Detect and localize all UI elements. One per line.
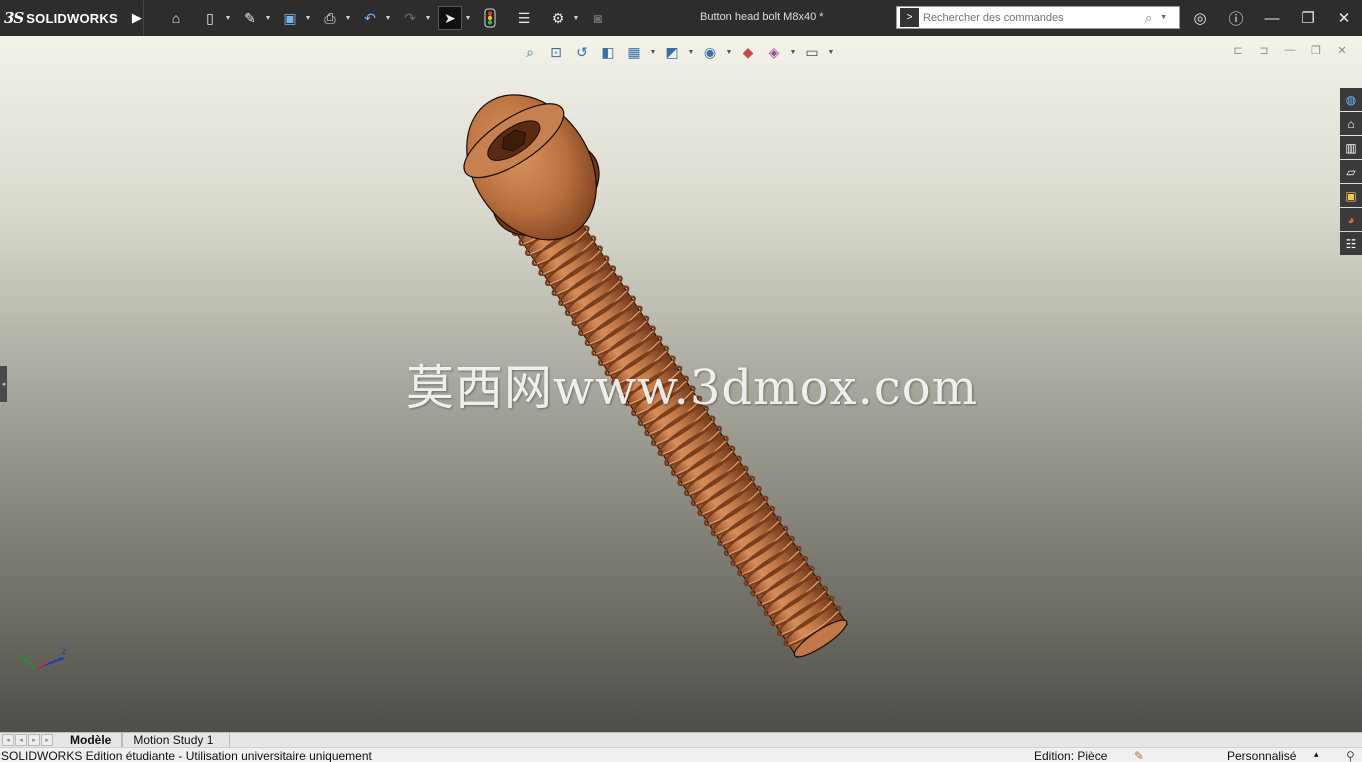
command-search[interactable]: > ⌕ ▼ xyxy=(896,6,1180,29)
status-license-text: SOLIDWORKS Edition étudiante - Utilisati… xyxy=(1,749,372,762)
options-icon[interactable]: ⚙ xyxy=(546,6,570,30)
solidworks-resources-icon[interactable]: ◍ xyxy=(1340,88,1362,111)
hide-show-dropdown-icon[interactable]: ▼ xyxy=(724,40,734,64)
display-style-dropdown-icon[interactable]: ▼ xyxy=(686,40,696,64)
task-pane-tabs: ◍ ⌂ ▥ ▱ ▣ ◕ ☷ xyxy=(1340,88,1362,255)
view-settings-dropdown-icon[interactable]: ▼ xyxy=(826,40,836,64)
scene-dropdown-icon[interactable]: ▼ xyxy=(788,40,798,64)
open-dropdown-icon[interactable]: ▼ xyxy=(262,6,274,30)
watermark-text: 莫西网www.3dmox.com xyxy=(406,360,979,416)
minimize-icon[interactable]: — xyxy=(1254,0,1290,36)
svg-text:z: z xyxy=(61,647,66,656)
search-input[interactable] xyxy=(923,11,1143,24)
file-properties-icon[interactable]: ☰ xyxy=(512,6,536,30)
edit-appearance-icon[interactable]: ◆ xyxy=(736,40,760,64)
close-icon[interactable]: ✕ xyxy=(1326,0,1362,36)
rebuild-icon[interactable] xyxy=(478,6,502,30)
viewport-minimize-icon[interactable]: — xyxy=(1282,42,1298,58)
document-tabs-bar: ◂ ◂ ▸ ▸ Modèle Motion Study 1 xyxy=(0,732,1362,748)
new-dropdown-icon[interactable]: ▼ xyxy=(222,6,234,30)
view-orientation-dropdown-icon[interactable]: ▼ xyxy=(648,40,658,64)
units-up-arrow-icon[interactable]: ▴ xyxy=(1314,749,1319,760)
custom-properties-icon[interactable]: ☷ xyxy=(1340,232,1362,255)
status-bar: SOLIDWORKS Edition étudiante - Utilisati… xyxy=(0,747,1362,762)
document-title: Button head bolt M8x40 * xyxy=(700,11,824,23)
user-account-icon[interactable]: ◎ xyxy=(1182,0,1218,36)
bolt-head xyxy=(463,94,600,241)
previous-tab-icon[interactable]: ◂ xyxy=(15,734,27,746)
undo-dropdown-icon[interactable]: ▼ xyxy=(382,6,394,30)
brand-name: SOLIDWORKS xyxy=(26,10,118,26)
graphics-area[interactable]: ⌕ ⊡ ↺ ◧ ▦ ▼ ◩ ▼ ◉ ▼ ◆ ◈ ▼ ▭ ▼ ⊏ ⊐ — ❐ ✕ … xyxy=(0,36,1362,732)
print-icon[interactable]: ⎙ xyxy=(318,6,342,30)
apply-scene-icon[interactable]: ◈ xyxy=(762,40,786,64)
options-dropdown-icon[interactable]: ▼ xyxy=(570,6,582,30)
window-controls: ◎ ⓘ — ❐ ✕ xyxy=(1182,0,1362,36)
status-edit-mode: Edition: Pièce xyxy=(1034,749,1108,762)
ds-logo: 3S xyxy=(4,9,24,27)
title-bar: 3S SOLIDWORKS ▶ ⌂ ▯ ▼ ✎ ▼ ▣ ▼ ⎙ ▼ ↶ ▼ ↷ … xyxy=(0,0,1362,36)
view-settings-icon[interactable]: ▭ xyxy=(800,40,824,64)
select-dropdown-icon[interactable]: ▼ xyxy=(462,6,474,30)
redo-icon[interactable]: ↷ xyxy=(398,6,422,30)
reference-triad: z xyxy=(19,647,66,669)
solidworks-brand[interactable]: 3S SOLIDWORKS ▶ xyxy=(0,0,144,36)
zoom-to-fit-icon[interactable]: ⌕ xyxy=(518,40,542,64)
heads-up-view-toolbar: ⌕ ⊡ ↺ ◧ ▦ ▼ ◩ ▼ ◉ ▼ ◆ ◈ ▼ ▭ ▼ xyxy=(518,40,836,64)
collapse-left-icon[interactable]: ⊏ xyxy=(1230,42,1246,58)
undo-icon[interactable]: ↶ xyxy=(358,6,382,30)
menu-expand-arrow-icon[interactable]: ▶ xyxy=(132,10,142,26)
quick-tips-icon[interactable]: ⚲ xyxy=(1346,749,1355,762)
file-explorer-icon[interactable]: ▱ xyxy=(1340,160,1362,183)
hide-show-items-icon[interactable]: ◉ xyxy=(698,40,722,64)
rebuild-status-icon[interactable]: ✎ xyxy=(1134,749,1144,762)
traffic-light-icon xyxy=(484,8,496,28)
design-library-icon[interactable]: ⌂ xyxy=(1340,112,1362,135)
view-orientation-icon[interactable]: ▦ xyxy=(622,40,646,64)
collapse-right-icon[interactable]: ⊐ xyxy=(1256,42,1272,58)
viewport-close-icon[interactable]: ✕ xyxy=(1334,42,1350,58)
appearances-icon[interactable]: ◕ xyxy=(1340,208,1362,231)
print-dropdown-icon[interactable]: ▼ xyxy=(342,6,354,30)
restore-icon[interactable]: ❐ xyxy=(1290,0,1326,36)
home-icon[interactable]: ⌂ xyxy=(164,6,188,30)
feature-manager-toggle-icon[interactable]: ◂ xyxy=(0,366,7,402)
redo-dropdown-icon[interactable]: ▼ xyxy=(422,6,434,30)
open-icon[interactable]: ✎ xyxy=(238,6,262,30)
previous-view-icon[interactable]: ↺ xyxy=(570,40,594,64)
save-icon[interactable]: ▣ xyxy=(278,6,302,30)
toolbox-icon[interactable]: ▥ xyxy=(1340,136,1362,159)
tab-model[interactable]: Modèle xyxy=(60,732,123,748)
display-style-icon[interactable]: ◩ xyxy=(660,40,684,64)
zoom-to-area-icon[interactable]: ⊡ xyxy=(544,40,568,64)
new-document-icon[interactable]: ▯ xyxy=(198,6,222,30)
bolt-shank xyxy=(509,190,848,659)
next-tab-icon[interactable]: ▸ xyxy=(28,734,40,746)
help-icon[interactable]: ⓘ xyxy=(1218,0,1254,36)
search-dropdown-icon[interactable]: ▼ xyxy=(1160,14,1167,21)
first-tab-icon[interactable]: ◂ xyxy=(2,734,14,746)
section-view-icon[interactable]: ◧ xyxy=(596,40,620,64)
search-icon[interactable]: ⌕ xyxy=(1145,10,1152,26)
last-tab-icon[interactable]: ▸ xyxy=(41,734,53,746)
viewport-controls: ⊏ ⊐ — ❐ ✕ xyxy=(1230,42,1350,58)
select-icon[interactable]: ➤ xyxy=(438,6,462,30)
save-dropdown-icon[interactable]: ▼ xyxy=(302,6,314,30)
quick-access-toolbar: ⌂ ▯ ▼ ✎ ▼ ▣ ▼ ⎙ ▼ ↶ ▼ ↷ ▼ ➤ ▼ ☰ ⚙ ▼ ◙ xyxy=(164,0,610,36)
command-prompt-icon: > xyxy=(900,8,919,27)
camera-icon[interactable]: ◙ xyxy=(586,6,610,30)
tab-navigation: ◂ ◂ ▸ ▸ xyxy=(2,734,54,746)
viewport-restore-icon[interactable]: ❐ xyxy=(1308,42,1324,58)
view-palette-icon[interactable]: ▣ xyxy=(1340,184,1362,207)
units-selector[interactable]: Personnalisé xyxy=(1227,749,1296,762)
tab-motion-study[interactable]: Motion Study 1 xyxy=(122,732,231,748)
